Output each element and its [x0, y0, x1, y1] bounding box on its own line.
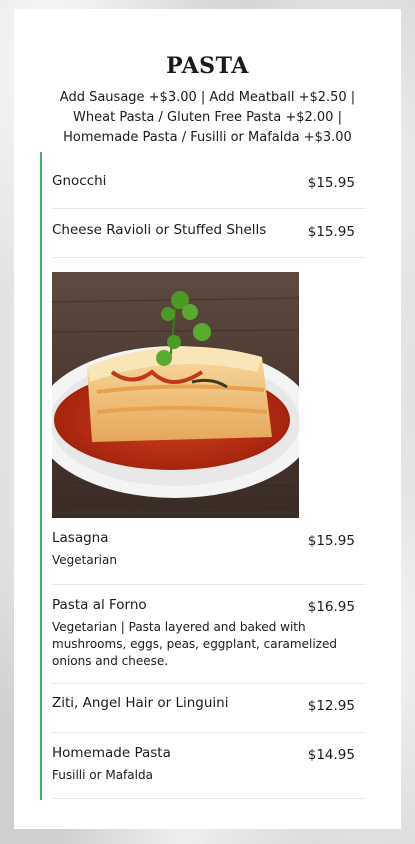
menu-item-lasagna[interactable]: Lasagna $15.95 Vegetarian [52, 257, 365, 585]
item-description: Vegetarian | Pasta layered and baked wit… [52, 620, 337, 668]
menu-item-gnocchi[interactable]: Gnocchi $15.95 [52, 152, 365, 209]
menu-item-homemade-pasta[interactable]: Homemade Pasta $14.95 Fusilli or Mafalda [52, 732, 365, 799]
section-title: PASTA [166, 53, 249, 79]
lasagna-photo [52, 272, 299, 518]
section-description: Add Sausage +$3.00 | Add Meatball +$2.50… [59, 90, 356, 145]
item-description: Vegetarian [52, 553, 117, 567]
item-price: $14.95 [307, 747, 355, 763]
menu-item-cheese-ravioli[interactable]: Cheese Ravioli or Stuffed Shells $15.95 [52, 208, 365, 258]
item-price: $15.95 [307, 533, 355, 549]
menu-item-ziti[interactable]: Ziti, Angel Hair or Linguini $12.95 [52, 683, 365, 733]
item-price: $15.95 [307, 175, 355, 191]
item-name: Gnocchi [52, 173, 107, 189]
menu-items-list: Gnocchi $15.95 Cheese Ravioli or Stuffed… [40, 152, 365, 800]
item-price: $12.95 [307, 698, 355, 714]
item-price: $16.95 [307, 599, 355, 615]
item-name: Pasta al Forno [52, 597, 147, 613]
lasagna-image [52, 272, 299, 518]
item-name: Ziti, Angel Hair or Linguini [52, 695, 229, 711]
item-description: Fusilli or Mafalda [52, 768, 153, 782]
item-price: $15.95 [307, 224, 355, 240]
item-name: Lasagna [52, 530, 109, 546]
item-name: Homemade Pasta [52, 745, 171, 761]
menu-item-pasta-al-forno[interactable]: Pasta al Forno $16.95 Vegetarian | Pasta… [52, 584, 365, 684]
item-name: Cheese Ravioli or Stuffed Shells [52, 222, 267, 238]
menu-card: PASTA Add Sausage +$3.00 | Add Meatball … [14, 9, 401, 829]
